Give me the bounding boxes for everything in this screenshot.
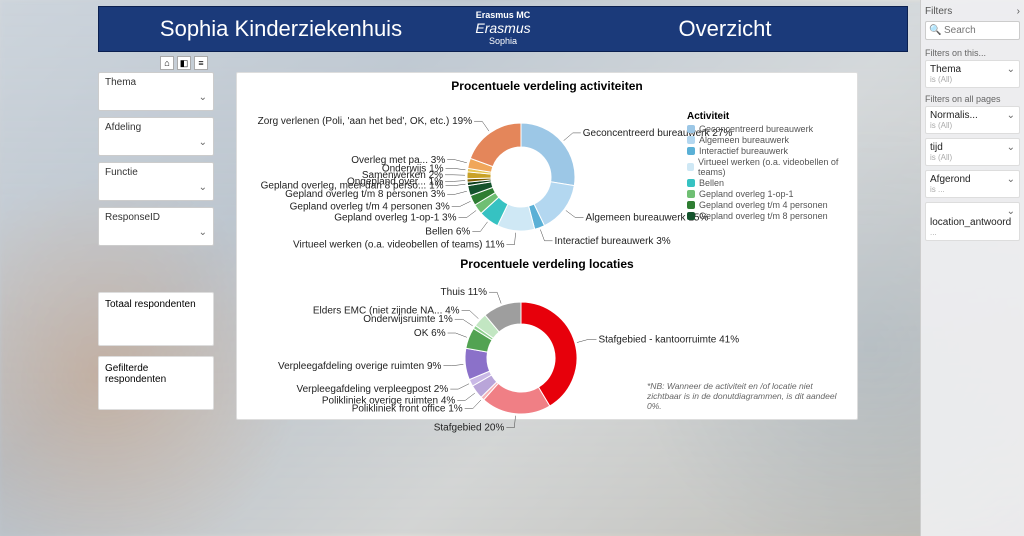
filter-pane-title: tijd <box>930 142 1015 153</box>
legend-label: Virtueel werken (o.a. videobellen of tea… <box>698 157 847 177</box>
donut-slice[interactable] <box>521 302 577 406</box>
card-totaal-respondenten: Totaal respondenten <box>98 292 214 346</box>
legend-label: Interactief bureauwerk <box>699 146 788 156</box>
nav-icon-2[interactable]: ◧ <box>177 56 191 70</box>
legend-swatch <box>687 163 694 171</box>
legend-item[interactable]: Geconcentreerd bureauwerk <box>687 124 847 134</box>
legend-swatch <box>687 136 695 144</box>
slice-label: Verpleegafdeling verpleegpost 2% <box>296 384 448 395</box>
left-filter-stack: Thema ⌄ Afdeling ⌄ Functie ⌄ ResponseID … <box>98 72 214 252</box>
slice-label: Polikliniek overige ruimten 4% <box>322 395 456 406</box>
chevron-down-icon[interactable]: ⌄ <box>1007 142 1015 153</box>
header-banner: Sophia Kinderziekenhuis Erasmus MC Erasm… <box>98 6 908 52</box>
chart-card: Procentuele verdeling activiteiten Gecon… <box>236 72 858 420</box>
legend-item[interactable]: Interactief bureauwerk <box>687 146 847 156</box>
header-title-right: Overzicht <box>543 16 907 42</box>
legend-item[interactable]: Gepland overleg t/m 4 personen <box>687 200 847 210</box>
nav-icon-row: ⌂ ◧ ≡ <box>160 56 208 70</box>
filter-thema[interactable]: Thema ⌄ <box>98 72 214 111</box>
filter-afdeling[interactable]: Afdeling ⌄ <box>98 117 214 156</box>
legend-swatch <box>687 190 695 198</box>
chevron-down-icon[interactable]: ⌄ <box>1007 206 1015 217</box>
slice-label: Verpleegafdeling overige ruimten 9% <box>278 361 442 372</box>
slice-label: Bellen 6% <box>425 226 470 237</box>
filter-pane-sub: ... <box>930 228 1015 237</box>
slice-label: Thuis 11% <box>441 287 488 298</box>
chevron-down-icon[interactable]: ⌄ <box>199 182 207 193</box>
legend-item[interactable]: Algemeen bureauwerk <box>687 135 847 145</box>
filter-pane-sub: is (All) <box>930 153 1015 162</box>
filter-responseid[interactable]: ResponseID ⌄ <box>98 207 214 246</box>
slice-label: Stafgebied 20% <box>434 423 505 434</box>
card-gefilterde-respondenten: Gefilterde respondenten <box>98 356 214 410</box>
nav-icon-1[interactable]: ⌂ <box>160 56 174 70</box>
donut-slice[interactable] <box>470 123 521 167</box>
donut-slice[interactable] <box>521 123 575 186</box>
legend-activiteit: Activiteit Geconcentreerd bureauwerkAlge… <box>687 111 847 222</box>
filter-pane-card[interactable]: ⌄ Afgerond is ... <box>925 170 1020 198</box>
slice-label: OK 6% <box>414 328 446 339</box>
filter-pane-card[interactable]: ⌄ tijd is (All) <box>925 138 1020 166</box>
chart-note: *NB: Wanneer de activiteit en /of locati… <box>647 381 847 411</box>
header-title-left: Sophia Kinderziekenhuis <box>99 16 463 42</box>
legend-label: Geconcentreerd bureauwerk <box>699 124 813 134</box>
legend-swatch <box>687 125 695 133</box>
slice-label: Gepland overleg t/m 4 personen 3% <box>290 202 450 213</box>
slice-label: Elders EMC (niet zijnde NA... 4% <box>313 306 460 317</box>
legend-swatch <box>687 147 695 155</box>
legend-label: Gepland overleg t/m 8 personen <box>699 211 828 221</box>
legend-label: Algemeen bureauwerk <box>699 135 789 145</box>
filter-pane-card[interactable]: ⌄ Thema is (All) <box>925 60 1020 88</box>
chevron-down-icon[interactable]: ⌄ <box>199 227 207 238</box>
filter-pane-title: Thema <box>930 64 1015 75</box>
legend-item[interactable]: Gepland overleg 1-op-1 <box>687 189 847 199</box>
filter-functie[interactable]: Functie ⌄ <box>98 162 214 201</box>
chevron-down-icon[interactable]: ⌄ <box>199 92 207 103</box>
filter-pane-sub: is (All) <box>930 75 1015 84</box>
search-icon: 🔍 <box>929 25 941 36</box>
legend-swatch <box>687 212 695 220</box>
chevron-down-icon[interactable]: ⌄ <box>199 137 207 148</box>
legend-label: Gepland overleg 1-op-1 <box>699 189 794 199</box>
chart1-title: Procentuele verdeling activiteiten <box>241 79 853 93</box>
chevron-down-icon[interactable]: ⌄ <box>1007 64 1015 75</box>
legend-item[interactable]: Gepland overleg t/m 8 personen <box>687 211 847 221</box>
slice-label: Overleg met pa... 3% <box>351 155 445 166</box>
filter-pane-card[interactable]: ⌄ Normalis... is (All) <box>925 106 1020 134</box>
legend-swatch <box>687 201 695 209</box>
legend-label: Gepland overleg t/m 4 personen <box>699 200 828 210</box>
legend-label: Bellen <box>699 178 724 188</box>
chevron-down-icon[interactable]: ⌄ <box>1007 110 1015 121</box>
slice-label: Zorg verlenen (Poli, 'aan het bed', OK, … <box>258 116 473 127</box>
legend-swatch <box>687 179 695 187</box>
chevron-down-icon[interactable]: ⌄ <box>1007 174 1015 185</box>
filter-pane-title: location_antwoord <box>930 206 1015 228</box>
slice-label: Gepland overleg 1-op-1 3% <box>334 213 456 224</box>
filter-pane-title: Afgerond <box>930 174 1015 185</box>
slice-label: Virtueel werken (o.a. videobellen of tea… <box>293 240 505 251</box>
donut-locaties[interactable]: Stafgebied - kantoorruimte 41% Stafgebied… <box>241 273 863 443</box>
chart2-title: Procentuele verdeling locaties <box>241 257 853 271</box>
slice-label: Interactief bureauwerk 3% <box>554 236 670 247</box>
header-logo: Erasmus MC Erasmus Sophia <box>463 11 543 46</box>
filters-pane-title: Filters <box>925 6 952 17</box>
filter-pane-title: Normalis... <box>930 110 1015 121</box>
filter-pane-card[interactable]: ⌄ location_antwoord ... <box>925 202 1020 241</box>
filters-pane: Filters › 🔍 Filters on this... ⌄ Thema i… <box>920 0 1024 536</box>
filter-pane-sub: is (All) <box>930 121 1015 130</box>
chevron-right-icon[interactable]: › <box>1017 6 1020 17</box>
nav-icon-3[interactable]: ≡ <box>194 56 208 70</box>
legend-item[interactable]: Bellen <box>687 178 847 188</box>
legend-item[interactable]: Virtueel werken (o.a. videobellen of tea… <box>687 157 847 177</box>
slice-label: Stafgebied - kantoorruimte 41% <box>598 334 739 345</box>
filter-pane-sub: is ... <box>930 185 1015 194</box>
